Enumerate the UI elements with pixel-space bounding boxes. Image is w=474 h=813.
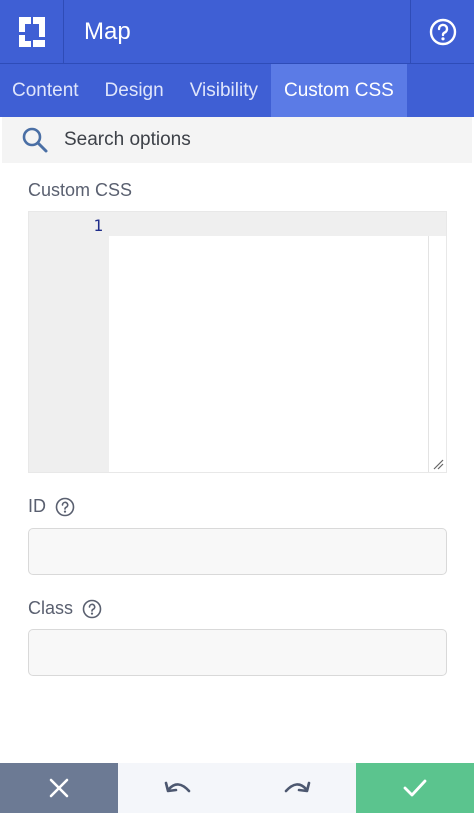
help-circle-icon[interactable] — [82, 599, 102, 619]
id-label-text: ID — [28, 496, 46, 516]
class-label: Class — [28, 598, 102, 619]
tab-custom-css[interactable]: Custom CSS — [270, 64, 407, 117]
editor-scrollbar[interactable] — [428, 212, 446, 472]
builder-logo-icon — [18, 16, 45, 47]
class-field[interactable] — [28, 629, 447, 676]
undo-button[interactable] — [118, 763, 237, 813]
tab-bar: Content Design Visibility Custom CSS — [0, 64, 474, 117]
custom-css-editor[interactable]: 1 — [28, 211, 447, 473]
logo-button[interactable] — [0, 0, 64, 63]
custom-css-label: Custom CSS — [28, 180, 132, 201]
class-label-text: Class — [28, 598, 74, 618]
tab-visibility[interactable]: Visibility — [177, 64, 271, 117]
help-circle-icon[interactable] — [55, 497, 75, 517]
id-field[interactable] — [28, 528, 447, 575]
close-icon — [49, 778, 69, 798]
header-title: Map — [84, 17, 131, 45]
confirm-button[interactable] — [356, 763, 474, 813]
cancel-button[interactable] — [0, 763, 118, 813]
help-circle-icon — [429, 18, 456, 45]
tab-design[interactable]: Design — [92, 64, 177, 117]
id-label: ID — [28, 496, 75, 517]
redo-icon — [284, 781, 310, 793]
help-button[interactable] — [410, 0, 474, 63]
editor-active-line[interactable] — [109, 212, 428, 236]
custom-css-label-text: Custom CSS — [28, 180, 133, 200]
editor-gutter: 1 — [29, 212, 109, 472]
footer-bar — [0, 763, 474, 813]
search-input[interactable] — [64, 129, 424, 151]
header-bar: Map — [0, 0, 474, 64]
redo-button[interactable] — [237, 763, 356, 813]
search-bar — [2, 117, 472, 163]
line-number: 1 — [93, 216, 103, 235]
undo-icon — [164, 781, 190, 793]
resize-handle-icon[interactable] — [432, 458, 444, 470]
tab-content[interactable]: Content — [0, 64, 92, 117]
check-icon — [403, 779, 427, 797]
search-icon — [22, 127, 48, 153]
